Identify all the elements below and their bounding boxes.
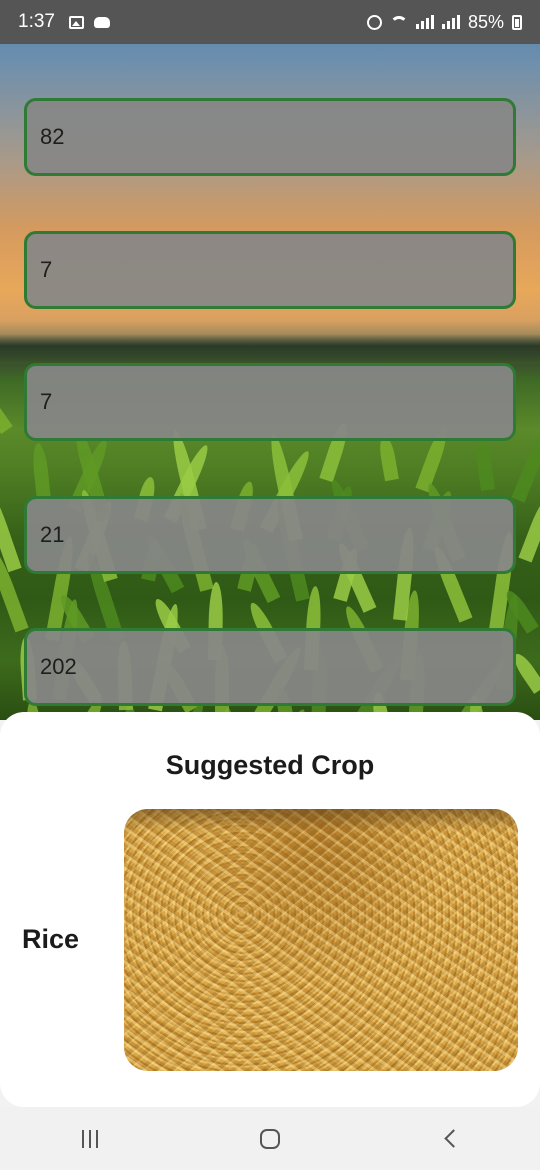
treeline [0, 334, 540, 364]
corn-leaf [377, 434, 399, 482]
corn-leaf [518, 494, 540, 563]
input-field-1-value[interactable]: 82 [40, 124, 64, 150]
home-icon [260, 1128, 280, 1149]
alarm-icon [366, 14, 382, 30]
input-field-3-value[interactable]: 7 [40, 389, 52, 415]
suggested-crop-title: Suggested Crop [165, 750, 375, 780]
crop-name: Rice [22, 924, 80, 954]
signal-icon [415, 15, 434, 29]
input-field-4-value[interactable]: 21 [40, 522, 64, 548]
input-field-2-value[interactable]: 7 [40, 257, 52, 283]
navigation-bar [0, 1107, 540, 1170]
input-field-5-value[interactable]: 202 [40, 654, 77, 680]
corn-leaf [0, 393, 13, 435]
corn-leaf [473, 438, 495, 491]
result-bottom-sheet: Suggested Crop Rice [0, 712, 540, 1107]
status-bar: 1:37 85% [0, 0, 540, 44]
input-field-1[interactable]: 82 [24, 98, 516, 176]
image-icon [68, 15, 84, 29]
corn-leaf [31, 442, 51, 501]
back-button[interactable] [420, 1114, 480, 1164]
recents-icon [82, 1129, 98, 1148]
signal-r-icon [441, 15, 460, 29]
input-field-4[interactable]: 21 [24, 496, 516, 574]
battery-percent: 85% [467, 11, 504, 32]
corn-leaf [0, 484, 22, 573]
recents-button[interactable] [60, 1114, 120, 1164]
input-field-5[interactable]: 202 [24, 628, 516, 706]
game-controller-icon [93, 16, 110, 28]
input-field-3[interactable]: 7 [24, 363, 516, 441]
wifi-icon [389, 16, 408, 28]
home-button[interactable] [240, 1114, 300, 1164]
battery-icon [512, 14, 522, 30]
back-icon [443, 1129, 463, 1148]
status-time: 1:37 [18, 11, 55, 32]
input-field-2[interactable]: 7 [24, 231, 516, 309]
corn-leaf [511, 431, 540, 503]
crop-image [124, 809, 518, 1071]
